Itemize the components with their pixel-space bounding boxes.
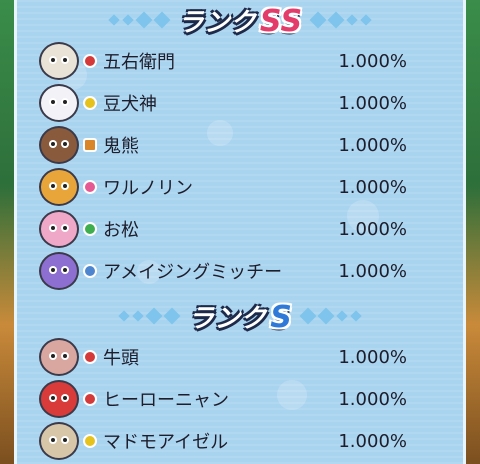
list-item[interactable]: マドモアイゼル 1.000% <box>17 420 463 462</box>
drop-rate: 1.000% <box>338 134 407 156</box>
yokai-avatar <box>39 380 79 418</box>
list-item[interactable]: 鬼熊 1.000% <box>17 124 463 166</box>
list-item[interactable]: 牛頭 1.000% <box>17 336 463 378</box>
rank-ss-header: ランク SS <box>17 0 463 40</box>
mysterious-tribe-icon <box>83 96 97 110</box>
yokai-name: 鬼熊 <box>103 136 139 157</box>
left-border <box>0 0 14 464</box>
list-item[interactable]: ワルノリン 1.000% <box>17 166 463 208</box>
yokai-avatar <box>39 252 79 290</box>
yokai-avatar <box>39 422 79 460</box>
rank-word: ランク <box>177 7 256 38</box>
left-diamonds <box>108 11 171 29</box>
drop-rate: 1.000% <box>338 50 407 72</box>
mysterious-tribe-icon <box>83 434 97 448</box>
list-item[interactable]: 豆犬神 1.000% <box>17 82 463 124</box>
rank-ss-title: ランク SS <box>178 2 302 39</box>
drop-rate: 1.000% <box>338 218 407 240</box>
rank-s-title: ランク S <box>188 298 292 335</box>
right-diamonds <box>309 11 372 29</box>
yokai-name: 五右衛門 <box>103 52 175 73</box>
charming-tribe-icon <box>83 180 97 194</box>
drop-rate: 1.000% <box>338 260 407 282</box>
rank-word: ランク <box>188 303 267 334</box>
left-diamonds <box>118 307 181 325</box>
yokai-name: お松 <box>103 220 139 241</box>
yokai-name: ヒーローニャン <box>103 390 229 411</box>
shady-tribe-icon <box>83 264 97 278</box>
drop-rate: 1.000% <box>338 92 407 114</box>
yokai-name: 牛頭 <box>103 348 139 369</box>
yokai-avatar <box>39 338 79 376</box>
rank-list-panel: ランク SS 五右衛門 1.000% 豆犬神 1.000% 鬼熊 1.000% … <box>14 0 466 464</box>
right-diamonds <box>299 307 362 325</box>
drop-rate: 1.000% <box>338 430 407 452</box>
yokai-name: ワルノリン <box>103 178 193 199</box>
yokai-avatar <box>39 210 79 248</box>
yokai-avatar <box>39 42 79 80</box>
list-item[interactable]: 五右衛門 1.000% <box>17 40 463 82</box>
drop-rate: 1.000% <box>338 176 407 198</box>
brave-tribe-icon <box>83 392 97 406</box>
list-item[interactable]: アメイジングミッチー 1.000% <box>17 250 463 292</box>
right-border <box>466 0 480 464</box>
rank-s-header: ランク S <box>17 296 463 336</box>
yokai-avatar <box>39 84 79 122</box>
brave-tribe-icon <box>83 54 97 68</box>
list-item[interactable]: お松 1.000% <box>17 208 463 250</box>
rank-letter: SS <box>259 3 303 39</box>
yokai-avatar <box>39 168 79 206</box>
yokai-name: アメイジングミッチー <box>103 262 283 283</box>
yokai-name: マドモアイゼル <box>103 432 229 453</box>
heartful-tribe-icon <box>83 222 97 236</box>
drop-rate: 1.000% <box>338 346 407 368</box>
yokai-name: 豆犬神 <box>103 94 157 115</box>
tough-tribe-icon <box>83 138 97 152</box>
rank-letter: S <box>270 299 292 335</box>
drop-rate: 1.000% <box>338 388 407 410</box>
yokai-avatar <box>39 126 79 164</box>
list-item[interactable]: ヒーローニャン 1.000% <box>17 378 463 420</box>
brave-tribe-icon <box>83 350 97 364</box>
